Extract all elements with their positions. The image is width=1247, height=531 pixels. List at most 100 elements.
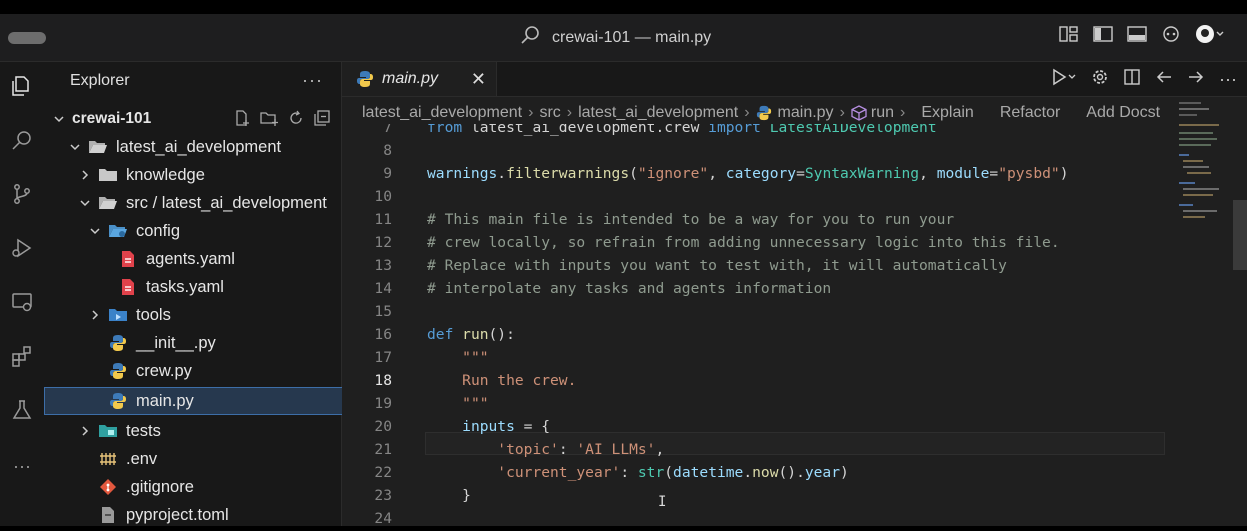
tests-folder-icon <box>98 422 118 440</box>
tree-item-tests[interactable]: tests <box>44 417 375 445</box>
tree-label: tools <box>136 305 171 324</box>
code-line: 10 <box>342 185 1247 208</box>
remote-explorer-icon[interactable] <box>8 288 36 316</box>
toggle-panel-icon[interactable] <box>1127 25 1147 48</box>
breadcrumb-item[interactable]: run <box>871 104 894 122</box>
scrollbar-thumb[interactable] <box>1233 200 1247 270</box>
code-line: 13 # Replace with inputs you want to test… <box>342 254 1247 277</box>
yaml-file-icon <box>118 250 138 268</box>
explain-action[interactable]: Explain <box>921 104 973 122</box>
chevron-right-icon: › <box>839 104 845 121</box>
tree-label: crew.py <box>136 361 192 380</box>
tree-label: __init__.py <box>136 333 216 352</box>
line-number: 11 <box>374 211 392 228</box>
chevron-right-icon: › <box>744 104 750 121</box>
run-debug-icon[interactable] <box>8 234 36 262</box>
settings-gear-icon[interactable] <box>1091 68 1109 91</box>
tree-label: agents.yaml <box>146 249 235 268</box>
tree-item-knowledge[interactable]: knowledge <box>44 161 375 189</box>
line-number: 13 <box>374 257 392 274</box>
explorer-more-button[interactable]: ··· <box>302 70 323 91</box>
arrow-right-icon[interactable] <box>1187 68 1205 91</box>
toggle-sidebar-icon[interactable] <box>1093 25 1113 48</box>
explorer-title: Explorer <box>70 72 130 89</box>
explorer-icon[interactable] <box>8 72 36 100</box>
collapse-all-icon[interactable] <box>313 109 331 132</box>
chevron-right-icon <box>78 425 92 437</box>
tree-item-src[interactable]: src / latest_ai_development <box>44 189 375 217</box>
line-number: 12 <box>374 234 392 251</box>
tab-bar: main.py ✕ ··· <box>342 62 1247 97</box>
minimap[interactable] <box>1169 96 1247 526</box>
window-controls[interactable] <box>8 32 46 44</box>
tree-label: tests <box>126 421 161 440</box>
line-number: 19 <box>374 395 392 412</box>
customize-layout-icon[interactable] <box>1059 25 1079 48</box>
folder-open-icon <box>98 194 118 212</box>
tree-label: .gitignore <box>126 477 194 496</box>
line-number: 24 <box>374 510 392 526</box>
code-line: 14 # interpolate any tasks and agents inf… <box>342 277 1247 300</box>
code-line: 16 def run(): <box>342 323 1247 346</box>
line-number: 18 <box>374 372 392 389</box>
tree-label: pyproject.toml <box>126 505 229 524</box>
new-folder-icon[interactable] <box>259 109 279 132</box>
new-file-icon[interactable] <box>233 109 251 132</box>
run-icon[interactable] <box>1051 68 1077 91</box>
toml-file-icon <box>98 506 118 524</box>
line-number: 23 <box>374 487 392 504</box>
line-number: 8 <box>383 142 392 159</box>
code-editor[interactable]: 7 from latest_ai_development.crew import … <box>342 124 1247 526</box>
add-docstring-action[interactable]: Add Docst <box>1086 104 1160 122</box>
python-file-icon <box>108 392 128 410</box>
root-label: crewai-101 <box>72 110 152 127</box>
line-number: 20 <box>374 418 392 435</box>
tree-label: src / latest_ai_development <box>126 193 327 212</box>
arrow-left-icon[interactable] <box>1155 68 1173 91</box>
folder-open-icon <box>88 138 108 156</box>
close-icon[interactable]: ✕ <box>471 69 486 90</box>
copilot-icon[interactable] <box>1161 25 1181 48</box>
search-icon[interactable] <box>8 126 36 154</box>
line-number: 14 <box>374 280 392 297</box>
tree-label: main.py <box>136 391 194 410</box>
code-line: 7 from latest_ai_development.crew import … <box>342 124 1247 139</box>
account-icon[interactable] <box>1195 24 1227 49</box>
python-file-icon <box>108 362 128 380</box>
more-icon[interactable]: ··· <box>8 452 36 480</box>
refresh-icon[interactable] <box>287 109 305 132</box>
chevron-right-icon <box>88 309 102 321</box>
tree-label: knowledge <box>126 165 205 184</box>
tree-label: config <box>136 221 181 240</box>
top-strip <box>0 0 1247 14</box>
code-line: 9 warnings.filterwarnings("ignore", categ… <box>342 162 1247 185</box>
code-line: 17 """ <box>342 346 1247 369</box>
extensions-icon[interactable] <box>8 342 36 370</box>
tab-main-py[interactable]: main.py ✕ <box>342 62 497 96</box>
breadcrumb-item[interactable]: latest_ai_development <box>362 104 522 122</box>
testing-icon[interactable] <box>8 396 36 424</box>
chevron-right-icon: › <box>900 104 906 121</box>
tree-item-latest-ai-development[interactable]: latest_ai_development <box>44 133 365 161</box>
line-number: 21 <box>374 441 392 458</box>
tools-folder-icon <box>108 306 128 324</box>
breadcrumb-item[interactable]: main.py <box>778 104 834 122</box>
python-file-icon <box>756 105 772 121</box>
chevron-right-icon: › <box>528 104 534 121</box>
code-line: 18 Run the crew. <box>342 369 1247 392</box>
command-center[interactable]: crewai-101 — main.py <box>520 25 711 50</box>
refactor-action[interactable]: Refactor <box>1000 104 1060 122</box>
code-line: 15 <box>342 300 1247 323</box>
editor-area: main.py ✕ ··· latest_ai_development › sr… <box>342 62 1247 526</box>
more-actions-icon[interactable]: ··· <box>1219 69 1237 90</box>
source-control-icon[interactable] <box>8 180 36 208</box>
tree-item-config[interactable]: config <box>44 217 385 245</box>
tree-item-tools[interactable]: tools <box>44 301 385 329</box>
cube-icon <box>851 105 867 121</box>
split-editor-icon[interactable] <box>1123 68 1141 91</box>
breadcrumb-item[interactable]: src <box>539 104 560 122</box>
root-actions <box>233 109 331 132</box>
breadcrumb-item[interactable]: latest_ai_development <box>578 104 738 122</box>
tree-label: .env <box>126 449 158 468</box>
tree-root[interactable]: crewai-101 <box>44 105 349 133</box>
